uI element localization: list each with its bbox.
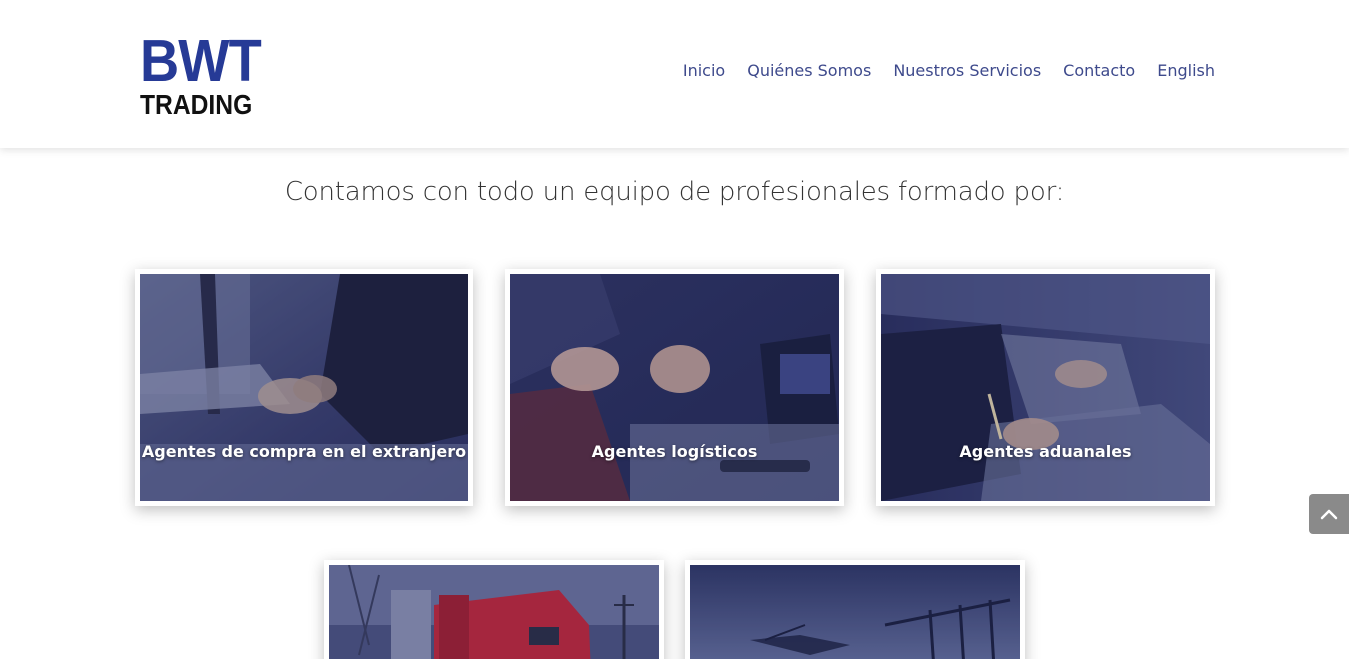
chevron-up-icon xyxy=(1320,509,1338,520)
service-card-logistica[interactable]: Agentes logísticos xyxy=(505,269,844,506)
port-cranes-photo xyxy=(690,565,1020,659)
nav-item-nuestros-servicios[interactable]: Nuestros Servicios xyxy=(893,60,1041,82)
main-nav: Inicio Quiénes Somos Nuestros Servicios … xyxy=(661,60,1215,82)
intro-heading: Contamos con todo un equipo de profesion… xyxy=(284,177,1065,207)
meeting-photo: Agentes logísticos xyxy=(510,274,839,501)
card-title: Agentes aduanales xyxy=(959,442,1132,461)
service-card-aduanas[interactable]: Agentes aduanales xyxy=(876,269,1215,506)
card-title: Agentes logísticos xyxy=(591,442,758,461)
logo-line1: BWT xyxy=(140,28,262,94)
logo-line2: TRADING xyxy=(140,89,253,120)
truck-photo xyxy=(329,565,659,659)
service-card-puerto[interactable] xyxy=(685,560,1025,659)
nav-item-quienes-somos[interactable]: Quiénes Somos xyxy=(747,60,871,82)
nav-item-inicio[interactable]: Inicio xyxy=(683,60,725,82)
service-card-compra[interactable]: Agentes de compra en el extranjero xyxy=(135,269,473,506)
handshake-photo: Agentes de compra en el extranjero xyxy=(140,274,468,501)
brand-logo[interactable]: BWT TRADING xyxy=(140,32,262,120)
service-card-transporte[interactable] xyxy=(324,560,664,659)
nav-item-english[interactable]: English xyxy=(1157,60,1215,82)
nav-item-contacto[interactable]: Contacto xyxy=(1063,60,1135,82)
scroll-top-button[interactable] xyxy=(1309,494,1349,534)
site-header: BWT TRADING Inicio Quiénes Somos Nuestro… xyxy=(0,0,1349,148)
signing-photo: Agentes aduanales xyxy=(881,274,1210,501)
card-title: Agentes de compra en el extranjero xyxy=(141,442,467,461)
